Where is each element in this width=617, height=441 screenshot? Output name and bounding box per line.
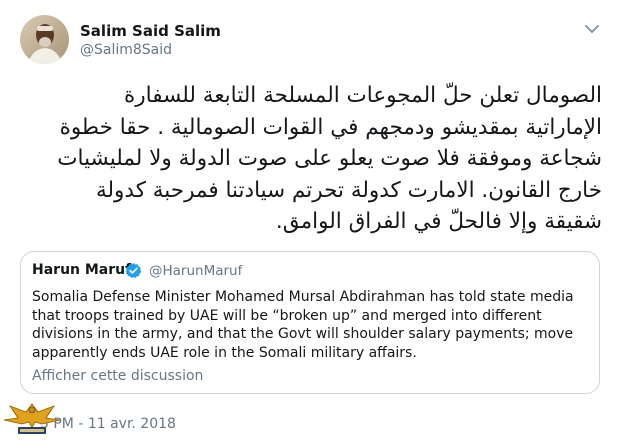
tweet-card: Salim Said Salim @Salim8Said الصومال تعل… <box>0 0 617 437</box>
quoted-author-handle: @HarunMaruf <box>149 263 243 279</box>
verified-badge-icon <box>125 262 142 279</box>
quoted-tweet[interactable]: Harun Maruf @HarunMaruf Somalia Defense … <box>20 251 600 394</box>
author-display-name[interactable]: Salim Said Salim <box>80 22 221 40</box>
eagle-watermark-logo <box>2 398 62 437</box>
author-handle[interactable]: @Salim8Said <box>80 42 172 58</box>
quoted-tweet-text: Somalia Defense Minister Mohamed Mursal … <box>32 289 574 361</box>
show-discussion-link[interactable]: Afficher cette discussion <box>32 368 203 384</box>
tweet-text: الصومال تعلن حلّ المجوعات المسلحة التابع… <box>57 83 602 234</box>
quoted-author-display-name: Harun Maruf <box>32 262 132 278</box>
chevron-down-icon[interactable] <box>584 20 600 33</box>
author-avatar[interactable] <box>20 15 69 64</box>
